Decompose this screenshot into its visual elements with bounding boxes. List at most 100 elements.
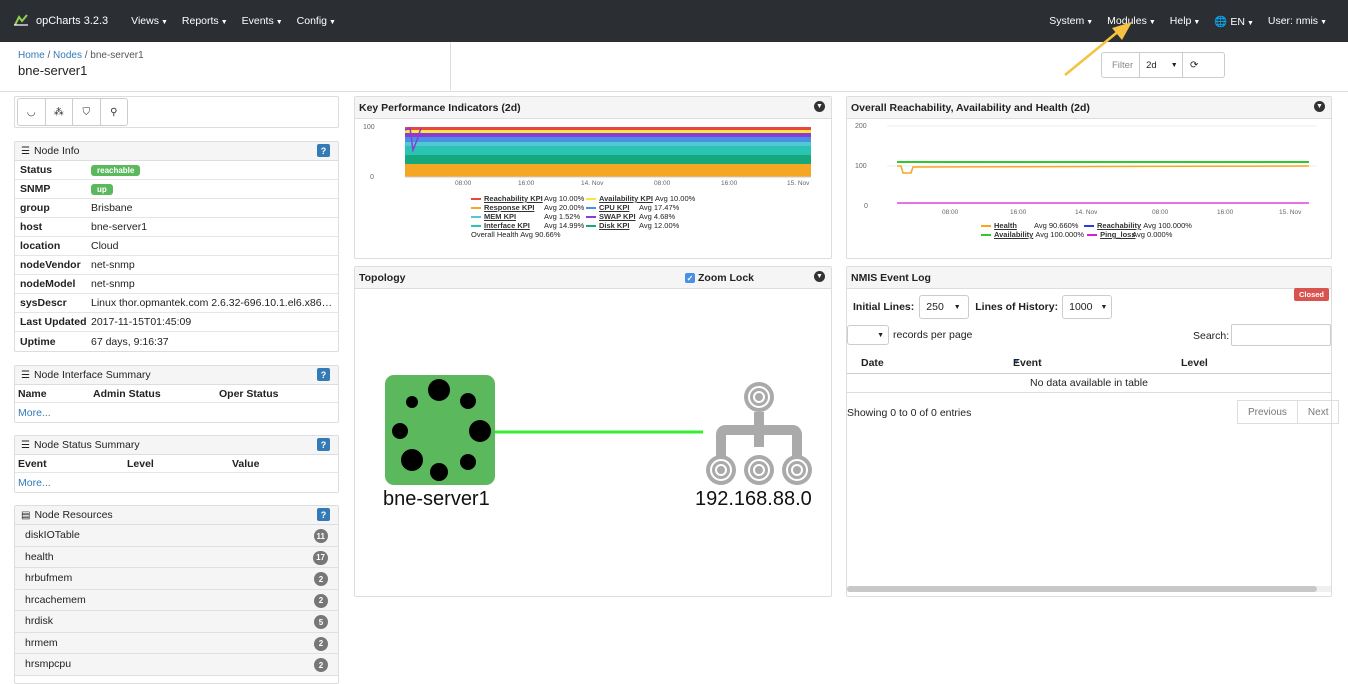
kpi-title: Key Performance Indicators (2d) bbox=[359, 101, 521, 114]
list-icon: ☰ bbox=[21, 369, 30, 381]
node-info-heading: ☰ Node Info ? bbox=[15, 142, 338, 161]
horizontal-scrollbar[interactable] bbox=[847, 586, 1331, 592]
area-disk bbox=[405, 155, 811, 164]
area-cpu bbox=[405, 137, 811, 142]
collapse-chevron-icon[interactable]: ▼ bbox=[1314, 101, 1325, 112]
area-swap bbox=[405, 133, 811, 137]
column-level[interactable]: Level bbox=[1181, 357, 1208, 369]
health-legend: Health Avg 90.660% Reachability Avg 100.00… bbox=[981, 221, 1231, 239]
topology-title: Topology bbox=[359, 271, 406, 284]
empty-table-message: No data available in table bbox=[847, 374, 1331, 393]
zoom-lock-toggle[interactable]: ✓ Zoom Lock bbox=[685, 272, 754, 284]
help-icon[interactable]: ? bbox=[317, 438, 330, 451]
event-table-header: Date ▼ Event Level bbox=[847, 352, 1331, 374]
history-select[interactable]: 1000 ▼ bbox=[1062, 295, 1113, 319]
kpi-legend: Reachability KPI Avg 10.00% Availability K… bbox=[471, 194, 696, 239]
shield-icon[interactable]: ⛉ bbox=[73, 99, 101, 125]
page-header: Home / Nodes / bne-server1 bne-server1 F… bbox=[0, 42, 1348, 92]
svg-text:16:00: 16:00 bbox=[1010, 209, 1027, 216]
menu-help[interactable]: Help ▼ bbox=[1163, 15, 1208, 27]
y-tick-label: 0 bbox=[370, 174, 374, 181]
svg-text:16:00: 16:00 bbox=[518, 180, 535, 187]
more-link[interactable]: More... bbox=[15, 403, 338, 422]
topology-graph: bne-server1 192.168.88.0 bbox=[383, 375, 812, 510]
network-icon[interactable] bbox=[706, 382, 812, 485]
menu-language[interactable]: 🌐 EN ▼ bbox=[1207, 15, 1261, 28]
breadcrumb: Home / Nodes / bne-server1 bbox=[18, 50, 144, 61]
resource-item[interactable]: hrbufmem 2 bbox=[15, 568, 338, 590]
list-icon: ☰ bbox=[21, 145, 30, 157]
kpi-panel: Key Performance Indicators (2d) ▼ 100 0 … bbox=[354, 96, 832, 259]
resource-item[interactable]: hrcachemem 2 bbox=[15, 589, 338, 611]
breadcrumb-home[interactable]: Home bbox=[18, 50, 45, 61]
filter-period-select[interactable]: 2d ▼ bbox=[1139, 53, 1182, 77]
help-icon[interactable]: ? bbox=[317, 144, 330, 157]
network-label: 192.168.88.0 bbox=[695, 488, 812, 510]
link-icon[interactable]: ⚲ bbox=[101, 99, 128, 125]
menu-user[interactable]: User: nmis ▼ bbox=[1261, 15, 1334, 27]
area-mem bbox=[405, 142, 811, 146]
resource-item[interactable]: hrdisk 5 bbox=[15, 611, 338, 633]
annotation-arrow-icon bbox=[1064, 22, 1132, 76]
svg-text:100: 100 bbox=[855, 163, 867, 170]
health-panel: Overall Reachability, Availability and H… bbox=[846, 96, 1332, 259]
previous-button[interactable]: Previous bbox=[1237, 400, 1298, 424]
brand[interactable]: opCharts 3.2.3 bbox=[14, 13, 109, 29]
health-line bbox=[897, 165, 1310, 174]
help-icon[interactable]: ? bbox=[317, 508, 330, 521]
resource-item[interactable]: hrsmpcpu 2 bbox=[15, 654, 338, 676]
opmantek-logo-icon bbox=[14, 13, 28, 29]
records-per-page-label: records per page bbox=[893, 329, 973, 341]
refresh-icon[interactable]: ⟳ bbox=[1181, 53, 1206, 77]
entries-info: Showing 0 to 0 of 0 entries bbox=[847, 407, 972, 419]
history-label: Lines of History: bbox=[975, 301, 1059, 313]
svg-text:14. Nov: 14. Nov bbox=[581, 180, 604, 187]
menu-reports[interactable]: Reports ▼ bbox=[175, 15, 235, 27]
svg-text:14. Nov: 14. Nov bbox=[1075, 209, 1098, 216]
globe-icon: 🌐 bbox=[1214, 15, 1228, 28]
y-tick-label: 100 bbox=[363, 124, 375, 131]
node-resources-panel: ▤ Node Resources ? diskIOTable 11 health 1… bbox=[14, 505, 339, 684]
area-response bbox=[405, 164, 811, 177]
collapse-chevron-icon[interactable]: ▼ bbox=[814, 271, 825, 282]
page-title: bne-server1 bbox=[18, 63, 88, 78]
topology-icon[interactable]: ⁂ bbox=[46, 99, 73, 125]
svg-text:16:00: 16:00 bbox=[1217, 209, 1234, 216]
server-node-icon[interactable] bbox=[385, 375, 495, 485]
resource-item[interactable]: diskIOTable 11 bbox=[15, 525, 338, 547]
checkbox-icon: ✓ bbox=[685, 273, 695, 283]
resource-item[interactable]: hrmem 2 bbox=[15, 632, 338, 654]
menu-events[interactable]: Events ▼ bbox=[235, 15, 290, 27]
svg-text:08:00: 08:00 bbox=[942, 209, 959, 216]
brand-label: opCharts 3.2.3 bbox=[36, 15, 109, 27]
list-icon: ☰ bbox=[21, 439, 30, 451]
more-link[interactable]: More... bbox=[15, 473, 338, 492]
top-navbar: opCharts 3.2.3 Views ▼ Reports ▼ Events ▼ C… bbox=[0, 0, 1348, 42]
initial-lines-select[interactable]: 250 ▼ bbox=[919, 295, 970, 319]
help-icon[interactable]: ? bbox=[317, 368, 330, 381]
topology-panel: Topology ✓ Zoom Lock ▼ bne-server1 192.1… bbox=[354, 266, 832, 597]
column-date[interactable]: Date bbox=[847, 357, 999, 369]
event-log-title: NMIS Event Log bbox=[851, 271, 931, 284]
status-summary-panel: ☰ Node Status Summary ? Event Level Valu… bbox=[14, 435, 339, 493]
svg-text:15. Nov: 15. Nov bbox=[1279, 209, 1302, 216]
column-event[interactable]: Event bbox=[1013, 357, 1042, 369]
next-button[interactable]: Next bbox=[1297, 400, 1340, 424]
initial-lines-label: Initial Lines: bbox=[853, 301, 915, 313]
node-view-icon[interactable]: ◡ bbox=[18, 99, 46, 125]
node-info-panel: ☰ Node Info ? Status reachable SNMP up gro… bbox=[14, 141, 339, 352]
resource-item[interactable]: health 17 bbox=[15, 546, 338, 568]
closed-badge: Closed bbox=[1293, 288, 1329, 301]
records-per-page-select[interactable]: ▼ bbox=[847, 325, 889, 345]
search-input[interactable] bbox=[1231, 324, 1331, 346]
svg-text:08:00: 08:00 bbox=[654, 180, 671, 187]
table-header: Name Admin Status Oper Status bbox=[15, 385, 338, 403]
menu-config[interactable]: Config ▼ bbox=[290, 15, 343, 27]
svg-text:08:00: 08:00 bbox=[1152, 209, 1169, 216]
interface-summary-panel: ☰ Node Interface Summary ? Name Admin St… bbox=[14, 365, 339, 423]
collapse-chevron-icon[interactable]: ▼ bbox=[814, 101, 825, 112]
status-badge: reachable bbox=[91, 165, 141, 176]
menu-views[interactable]: Views ▼ bbox=[124, 15, 175, 27]
breadcrumb-nodes[interactable]: Nodes bbox=[53, 50, 82, 61]
svg-text:15. Nov: 15. Nov bbox=[787, 180, 810, 187]
